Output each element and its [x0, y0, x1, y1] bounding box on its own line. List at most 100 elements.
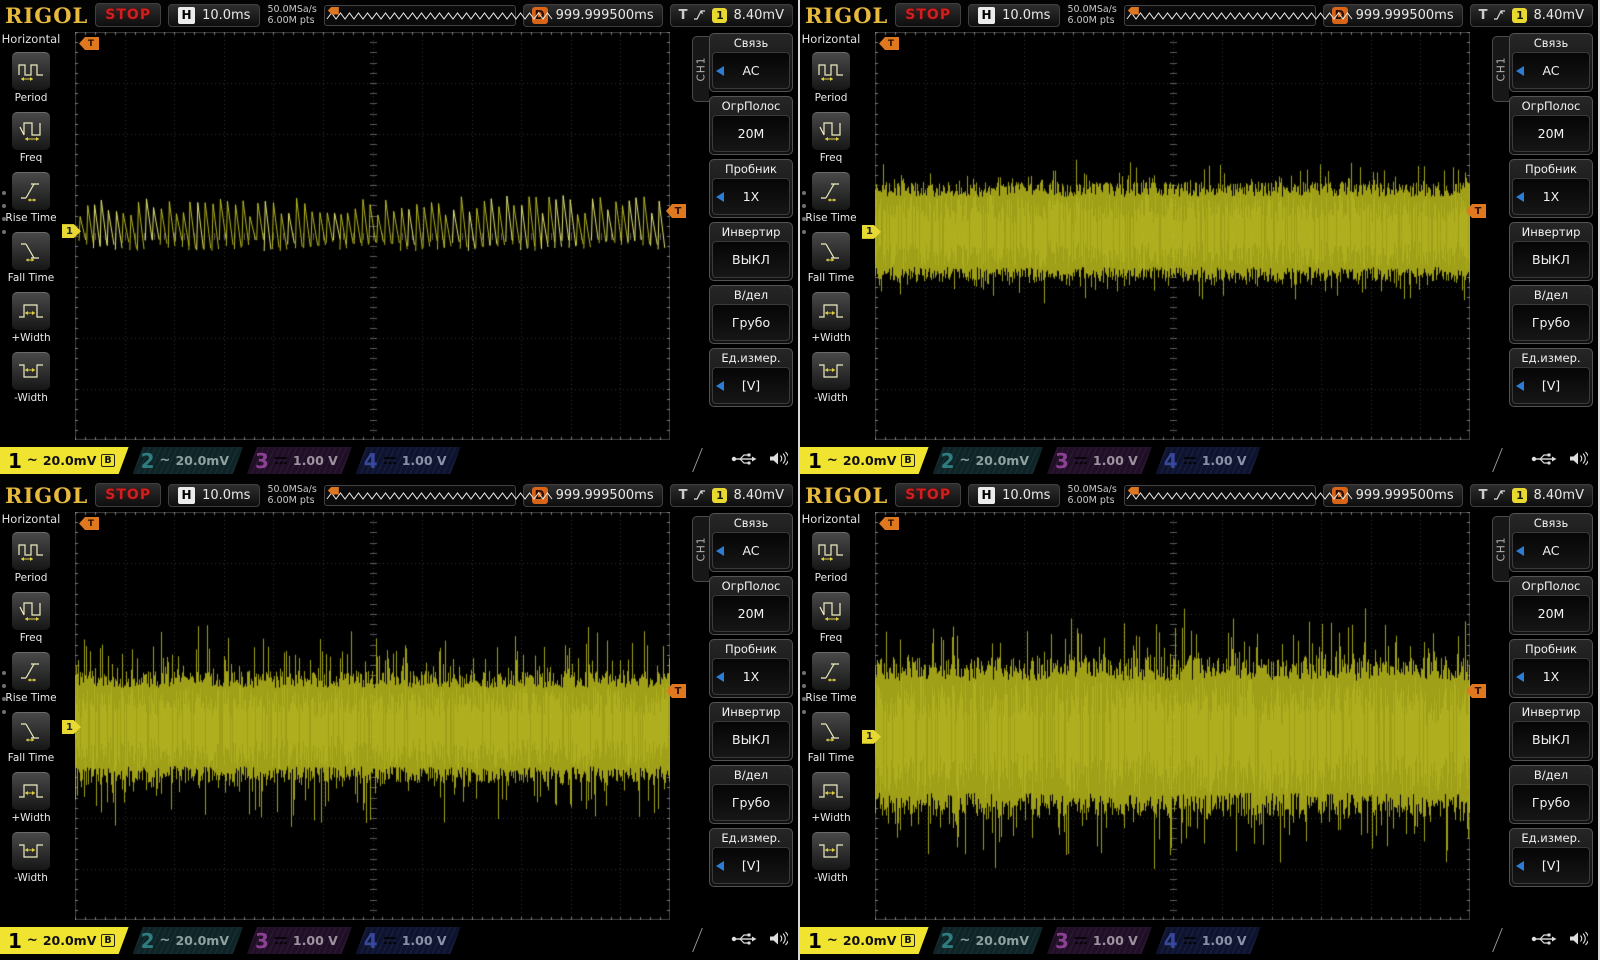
channel3-chip[interactable]: 3 1.00 V [247, 447, 352, 474]
menu-group-coupling[interactable]: Связь AC [1509, 513, 1593, 572]
channel-tab[interactable]: CH1 [1492, 516, 1509, 582]
menu-group-units[interactable]: Ед.измер. [V] [709, 828, 793, 887]
sidebar-item-label: Rise Time [5, 212, 57, 224]
menu-group-bwlimit[interactable]: ОгрПолос 20M [709, 576, 793, 635]
run-stop-status[interactable]: STOP [95, 3, 162, 27]
horizontal-scale-box[interactable]: H 10.0ms [168, 3, 261, 27]
menu-group-bwlimit[interactable]: ОгрПолос 20M [1509, 576, 1593, 635]
menu-group-coupling[interactable]: Связь AC [709, 513, 793, 572]
channel1-chip[interactable]: 1 ~ 20.0mV B [800, 927, 929, 954]
channel-number: 4 [363, 928, 378, 953]
channel3-chip[interactable]: 3 1.00 V [247, 927, 352, 954]
usb-icon[interactable] [731, 451, 757, 466]
menu-group-units[interactable]: Ед.измер. [V] [709, 348, 793, 407]
plus-width-button[interactable] [811, 291, 851, 331]
period-button[interactable] [811, 51, 851, 91]
menu-group-invert[interactable]: Инвертир ВЫКЛ [1509, 222, 1593, 281]
fall-time-button[interactable] [810, 231, 851, 271]
fall-time-button[interactable] [10, 231, 51, 271]
minus-width-button[interactable] [11, 831, 51, 871]
plus-width-button[interactable] [11, 771, 51, 811]
menu-group-probe[interactable]: Пробник 1X [1509, 639, 1593, 698]
menu-group-coupling[interactable]: Связь AC [709, 33, 793, 92]
menu-group-probe[interactable]: Пробник 1X [709, 159, 793, 218]
horizontal-scale-box[interactable]: H 10.0ms [168, 483, 261, 507]
menu-group-units[interactable]: Ед.измер. [V] [1509, 828, 1593, 887]
fall-time-button[interactable] [10, 711, 51, 751]
rise-time-button[interactable] [811, 651, 851, 691]
channel3-chip[interactable]: 3 1.00 V [1047, 927, 1152, 954]
run-stop-status[interactable]: STOP [95, 483, 162, 507]
run-stop-status[interactable]: STOP [895, 483, 962, 507]
channel1-chip[interactable]: 1 ~ 20.0mV B [0, 927, 129, 954]
rise-time-button[interactable] [11, 651, 51, 691]
waveform-preview-strip[interactable] [1123, 4, 1353, 26]
period-button[interactable] [811, 531, 851, 571]
menu-group-volts-div[interactable]: В/дел Грубо [1509, 765, 1593, 824]
trigger-box[interactable]: T 1 8.40mV [1469, 483, 1593, 507]
menu-group-volts-div[interactable]: В/дел Грубо [709, 765, 793, 824]
trigger-source-badge: 1 [712, 7, 728, 23]
menu-group-bwlimit[interactable]: ОгрПолос 20M [1509, 96, 1593, 155]
waveform-preview-strip[interactable] [323, 4, 553, 26]
speaker-icon[interactable] [1568, 451, 1588, 466]
horizontal-scale-box[interactable]: H 10.0ms [968, 483, 1061, 507]
channel4-chip[interactable]: 4 1.00 V [1156, 927, 1261, 954]
channel2-chip[interactable]: 2 ~ 20.0mV [133, 927, 243, 954]
fall-time-button[interactable] [810, 711, 851, 751]
channel2-chip[interactable]: 2 ~ 20.0mV [933, 927, 1043, 954]
period-button[interactable] [11, 51, 51, 91]
waveform-preview-strip[interactable] [1123, 484, 1353, 506]
freq-button[interactable] [811, 591, 851, 631]
channel-tab[interactable]: CH1 [692, 516, 709, 582]
speaker-icon[interactable] [768, 451, 788, 466]
rise-time-button[interactable] [811, 171, 851, 211]
channel1-chip[interactable]: 1 ~ 20.0mV B [800, 447, 929, 474]
freq-button[interactable] [11, 591, 51, 631]
plus-width-button[interactable] [11, 291, 51, 331]
minus-width-button[interactable] [811, 831, 851, 871]
usb-icon[interactable] [1531, 451, 1557, 466]
speaker-icon[interactable] [768, 931, 788, 946]
channel3-chip[interactable]: 3 1.00 V [1047, 447, 1152, 474]
horizontal-scale-box[interactable]: H 10.0ms [968, 3, 1061, 27]
minus-width-button[interactable] [11, 351, 51, 391]
run-stop-status[interactable]: STOP [895, 3, 962, 27]
menu-group-volts-div[interactable]: В/дел Грубо [1509, 285, 1593, 344]
trigger-box[interactable]: T 1 8.40mV [669, 3, 793, 27]
period-button[interactable] [11, 531, 51, 571]
menu-group-invert[interactable]: Инвертир ВЫКЛ [709, 702, 793, 761]
speaker-icon[interactable] [1568, 931, 1588, 946]
menu-value: ВЫКЛ [732, 732, 770, 747]
menu-group-invert[interactable]: Инвертир ВЫКЛ [1509, 702, 1593, 761]
channel4-chip[interactable]: 4 1.00 V [1156, 447, 1261, 474]
trigger-box[interactable]: T 1 8.40mV [669, 483, 793, 507]
minus-width-button[interactable] [811, 351, 851, 391]
rise-time-button[interactable] [11, 171, 51, 211]
plus-width-button[interactable] [811, 771, 851, 811]
channel4-chip[interactable]: 4 1.00 V [356, 927, 461, 954]
freq-button[interactable] [811, 111, 851, 151]
usb-icon[interactable] [1531, 931, 1557, 946]
menu-group-units[interactable]: Ед.измер. [V] [1509, 348, 1593, 407]
channel2-chip[interactable]: 2 ~ 20.0mV [133, 447, 243, 474]
freq-button[interactable] [11, 111, 51, 151]
menu-group-probe[interactable]: Пробник 1X [1509, 159, 1593, 218]
channel4-chip[interactable]: 4 1.00 V [356, 447, 461, 474]
usb-icon[interactable] [731, 931, 757, 946]
channel-tab[interactable]: CH1 [692, 36, 709, 102]
menu-label: Связь [733, 36, 769, 50]
menu-group-invert[interactable]: Инвертир ВЫКЛ [709, 222, 793, 281]
menu-group-coupling[interactable]: Связь AC [1509, 33, 1593, 92]
channel-tab[interactable]: CH1 [1492, 36, 1509, 102]
menu-group-volts-div[interactable]: В/дел Грубо [709, 285, 793, 344]
channel2-chip[interactable]: 2 ~ 20.0mV [933, 447, 1043, 474]
menu-group-probe[interactable]: Пробник 1X [709, 639, 793, 698]
menu-value: [V] [1541, 858, 1561, 873]
channel1-chip[interactable]: 1 ~ 20.0mV B [0, 447, 129, 474]
minus-width-icon [819, 364, 843, 378]
bottom-bar: 1 ~ 20.0mV B 2 ~ 20.0mV 3 1.00 V 4 1.00 … [800, 444, 1598, 480]
trigger-box[interactable]: T 1 8.40mV [1469, 3, 1593, 27]
waveform-preview-strip[interactable] [323, 484, 553, 506]
menu-group-bwlimit[interactable]: ОгрПолос 20M [709, 96, 793, 155]
